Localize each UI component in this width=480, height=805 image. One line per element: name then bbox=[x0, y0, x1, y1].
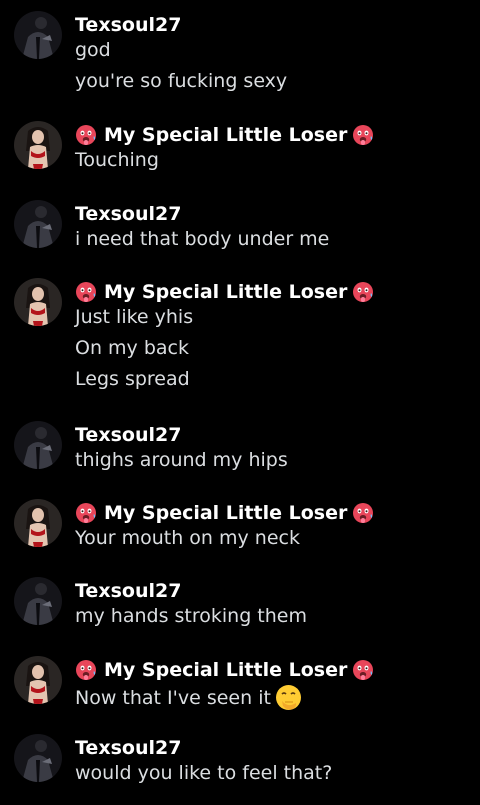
username[interactable]: My Special Little Loser bbox=[104, 124, 347, 146]
avatar-woman-red-lingerie-icon[interactable] bbox=[14, 278, 62, 326]
avatar-suit-man-icon[interactable] bbox=[14, 734, 62, 782]
username[interactable]: Texsoul27 bbox=[75, 11, 472, 39]
hot-face-emoji-icon bbox=[75, 659, 97, 681]
username[interactable]: My Special Little Loser bbox=[104, 659, 347, 681]
message-text: On my back bbox=[75, 337, 189, 359]
avatar-woman-red-lingerie-icon[interactable] bbox=[14, 656, 62, 704]
hot-face-emoji-icon bbox=[352, 502, 374, 524]
avatar-woman-red-lingerie-icon[interactable] bbox=[14, 499, 62, 547]
avatar-suit-man-icon[interactable] bbox=[14, 577, 62, 625]
username[interactable]: Texsoul27 bbox=[75, 734, 472, 762]
message-text: thighs around my hips bbox=[75, 449, 288, 471]
hot-face-emoji-icon bbox=[352, 124, 374, 146]
chat-message-list: Texsoul27 god you're so fucking sexy My … bbox=[0, 0, 480, 805]
message-text: Touching bbox=[75, 149, 159, 171]
username[interactable]: Texsoul27 bbox=[75, 577, 472, 605]
message-text: Now that I've seen it bbox=[75, 684, 472, 711]
hot-face-emoji-icon bbox=[352, 659, 374, 681]
avatar-woman-red-lingerie-icon[interactable] bbox=[14, 121, 62, 169]
hot-face-emoji-icon bbox=[75, 124, 97, 146]
message-text: i need that body under me bbox=[75, 228, 330, 250]
message-text: would you like to feel that? bbox=[75, 762, 333, 784]
avatar-suit-man-icon[interactable] bbox=[14, 11, 62, 59]
message-text: Just like yhis bbox=[75, 306, 194, 328]
message-text: you're so fucking sexy bbox=[75, 70, 288, 92]
hot-face-emoji-icon bbox=[75, 281, 97, 303]
message-text-content: Now that I've seen it bbox=[75, 686, 271, 709]
avatar-suit-man-icon[interactable] bbox=[14, 421, 62, 469]
message-text: my hands stroking them bbox=[75, 605, 307, 627]
hot-face-emoji-icon bbox=[75, 502, 97, 524]
avatar-suit-man-icon[interactable] bbox=[14, 200, 62, 248]
message-text: Your mouth on my neck bbox=[75, 527, 300, 549]
username[interactable]: Texsoul27 bbox=[75, 200, 472, 228]
hot-face-emoji-icon bbox=[352, 281, 374, 303]
username[interactable]: Texsoul27 bbox=[75, 421, 472, 449]
username[interactable]: My Special Little Loser bbox=[104, 502, 347, 524]
message-text: Legs spread bbox=[75, 368, 190, 390]
face-with-hand-over-mouth-emoji-icon bbox=[275, 684, 302, 711]
message-text: god bbox=[75, 39, 111, 61]
username[interactable]: My Special Little Loser bbox=[104, 281, 347, 303]
